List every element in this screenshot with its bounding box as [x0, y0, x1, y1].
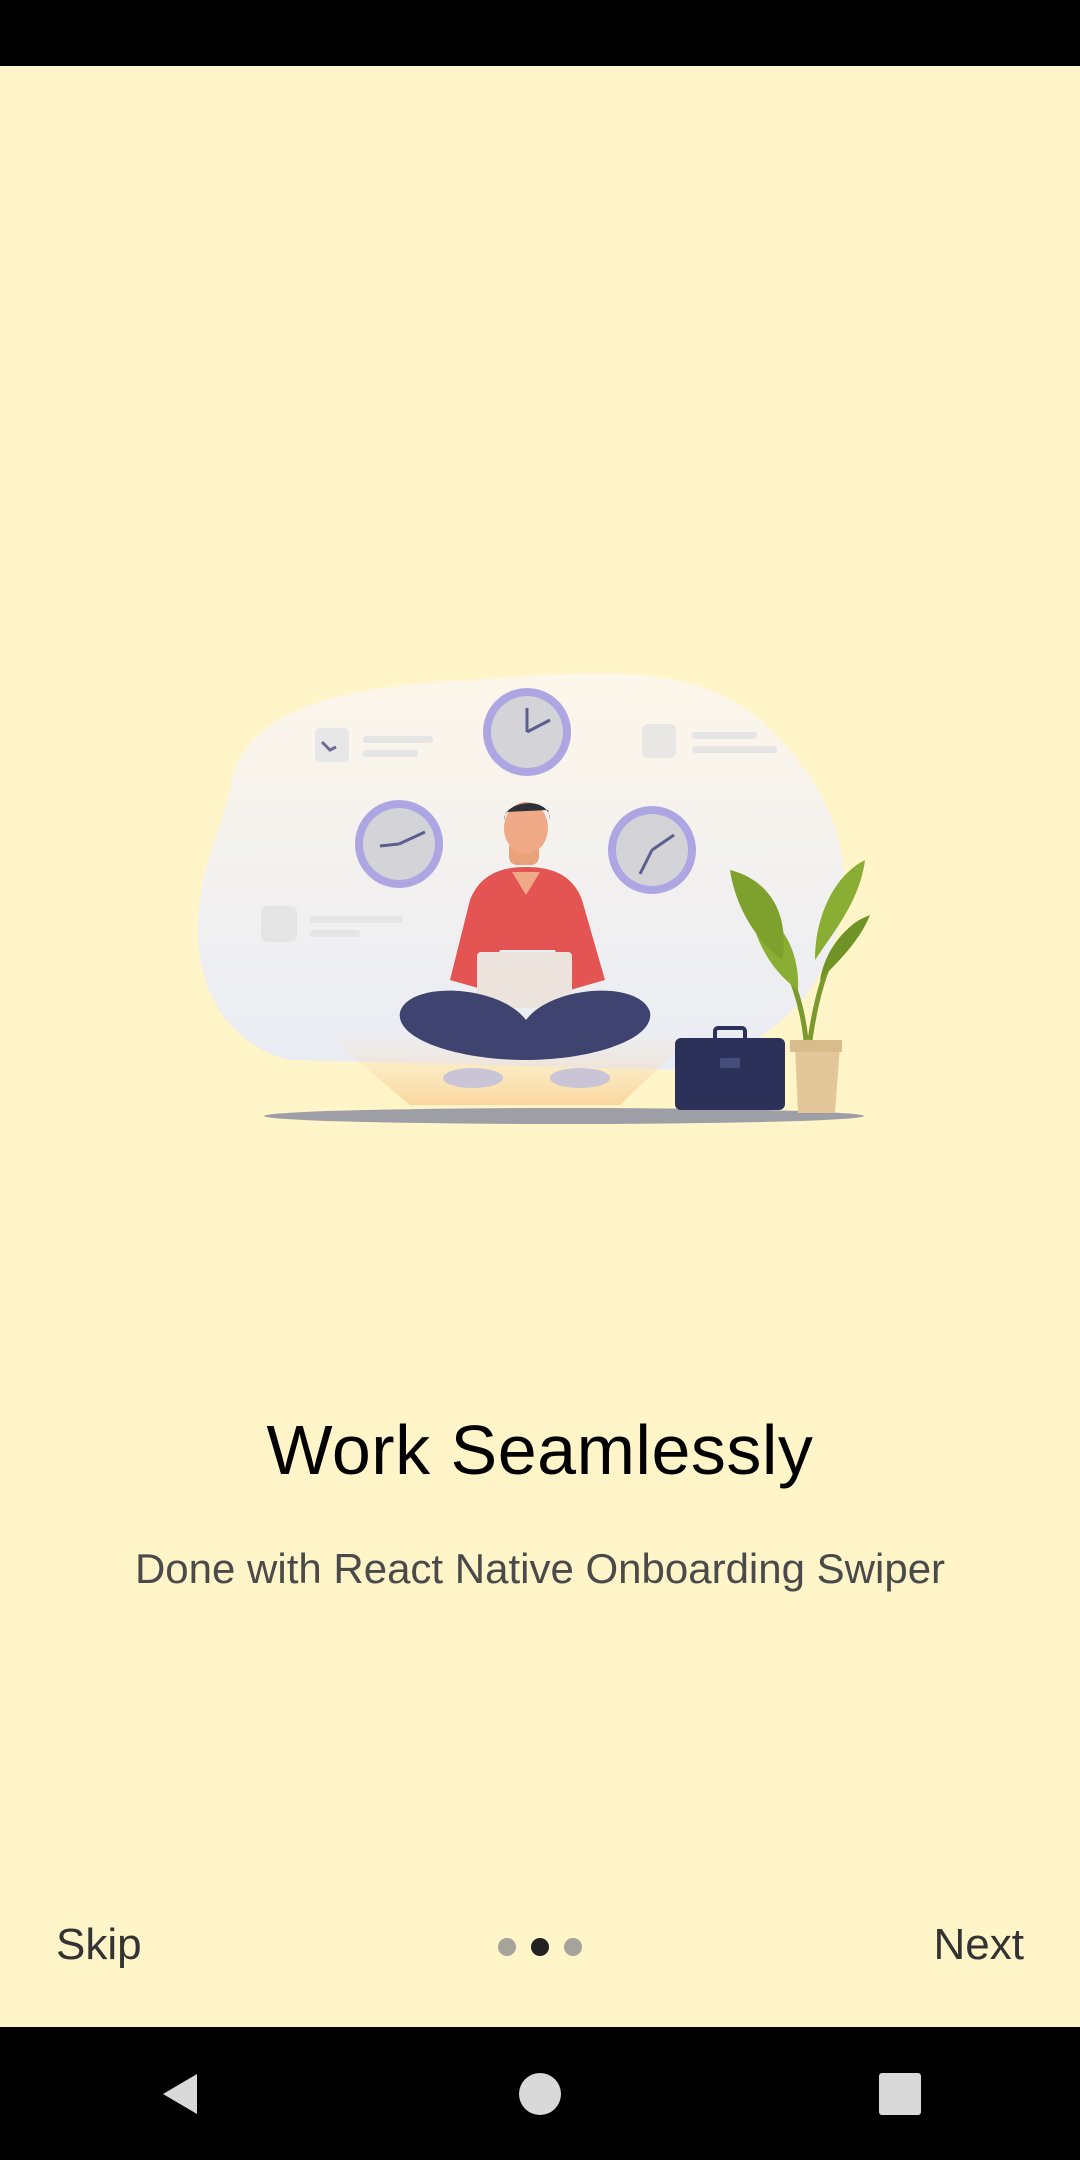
recents-square-icon	[879, 2072, 921, 2115]
briefcase-icon	[675, 1026, 785, 1110]
floor-shadow	[264, 1108, 864, 1124]
meditation-illustration	[197, 673, 870, 1124]
system-navigation-bar	[0, 2027, 1080, 2160]
back-triangle-icon	[163, 2073, 197, 2114]
home-circle-icon	[519, 2072, 561, 2115]
next-button[interactable]: Next	[934, 1920, 1024, 1970]
slide-subtitle: Done with React Native Onboarding Swiper	[134, 1545, 946, 1592]
slide-title: Work Seamlessly	[266, 1411, 814, 1489]
clock-icon-top	[483, 688, 571, 776]
recents-button[interactable]	[840, 2044, 960, 2144]
clock-icon-left	[355, 800, 443, 888]
page-dot-2-active	[531, 1938, 549, 1956]
onboarding-controls: Skip Next	[0, 1910, 1080, 1990]
home-button[interactable]	[480, 2044, 600, 2144]
clock-icon-right	[608, 806, 696, 894]
status-bar	[0, 0, 1080, 66]
back-button[interactable]	[120, 2044, 240, 2144]
page-indicator	[0, 1938, 1080, 1956]
page-dot-3	[564, 1938, 582, 1956]
page-dot-1	[498, 1938, 516, 1956]
